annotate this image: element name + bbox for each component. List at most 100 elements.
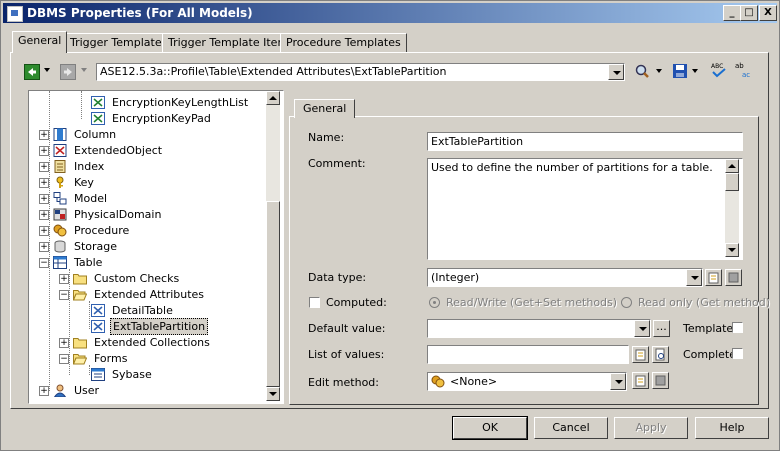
tree-item-label: Extended Attributes: [94, 288, 205, 301]
complete-label: Complete: [683, 348, 737, 361]
tree-expand-icon[interactable]: +: [39, 210, 49, 220]
scroll-down-icon[interactable]: [266, 387, 280, 401]
complete-checkbox[interactable]: [732, 348, 743, 359]
edit-method-label: Edit method:: [308, 376, 379, 389]
find-dropdown-icon[interactable]: [656, 69, 662, 73]
apply-button[interactable]: Apply: [614, 417, 688, 439]
scroll-thumb[interactable]: [266, 201, 280, 387]
tree-expand-icon[interactable]: +: [39, 386, 49, 396]
read-only-radio[interactable]: [621, 297, 632, 308]
default-value-label: Default value:: [308, 322, 386, 335]
tree-collapse-icon[interactable]: −: [39, 258, 49, 268]
tree-item-label: Extended Collections: [94, 336, 210, 349]
tree-item-label: ExtTablePartition: [110, 318, 209, 335]
save-icon[interactable]: [672, 63, 688, 79]
datatype-properties-icon[interactable]: [705, 269, 722, 286]
cancel-button[interactable]: Cancel: [534, 417, 608, 439]
tree-collapse-icon[interactable]: −: [59, 354, 69, 364]
tree-item-label: Table: [74, 256, 103, 269]
help-button[interactable]: Help: [695, 417, 769, 439]
name-input[interactable]: ExtTablePartition: [427, 132, 743, 151]
tree-item-label: User: [74, 384, 100, 397]
object-tree[interactable]: EncryptionKeyLengthList EncryptionKeyPad…: [28, 90, 284, 404]
procedure-icon: [431, 375, 445, 391]
index-icon: [53, 160, 67, 173]
list-of-values-label: List of values:: [308, 348, 385, 361]
replace-icon[interactable]: ab ac: [734, 61, 752, 79]
tree-expand-icon[interactable]: +: [39, 242, 49, 252]
default-value-combobox[interactable]: [427, 319, 651, 338]
extended-attribute-icon: [91, 304, 105, 317]
folder-icon: [73, 272, 87, 285]
find-icon[interactable]: [634, 63, 650, 79]
title-bar[interactable]: DBMS Properties (For All Models) _ □ X: [3, 3, 777, 23]
path-dropdown-button[interactable]: [608, 64, 624, 80]
svg-text:ABC: ABC: [711, 63, 723, 70]
edit-method-create-icon[interactable]: [652, 372, 669, 389]
tree-item-label: Forms: [94, 352, 128, 365]
save-dropdown-icon[interactable]: [692, 69, 698, 73]
tree-expand-icon[interactable]: +: [39, 146, 49, 156]
maximize-button[interactable]: □: [740, 5, 758, 21]
computed-checkbox[interactable]: [309, 297, 320, 308]
storage-icon: [53, 240, 67, 253]
tree-line: [69, 269, 70, 375]
forward-arrow-icon[interactable]: [60, 64, 76, 80]
physical-domain-icon: [53, 208, 67, 221]
comment-scrollbar[interactable]: [725, 159, 739, 257]
tab-procedure-templates[interactable]: Procedure Templates: [280, 33, 407, 52]
tree-expand-icon[interactable]: +: [39, 226, 49, 236]
folder-open-icon: [72, 288, 88, 301]
path-combobox[interactable]: ASE12.5.3a::Profile\Table\Extended Attri…: [96, 63, 625, 81]
datatype-value: (Integer): [431, 271, 480, 284]
tab-trigger-templates[interactable]: Trigger Templates: [64, 33, 174, 52]
default-value-dropdown-button[interactable]: [634, 320, 650, 337]
ok-button[interactable]: OK: [452, 416, 528, 440]
template-checkbox[interactable]: [732, 322, 743, 333]
list-search-icon[interactable]: [652, 346, 669, 363]
close-button[interactable]: X: [759, 5, 777, 21]
tree-expand-icon[interactable]: +: [39, 162, 49, 172]
tree-item-label: EncryptionKeyPad: [112, 112, 211, 125]
ellipsis-button[interactable]: ...: [653, 320, 670, 337]
datatype-combobox[interactable]: (Integer): [427, 268, 703, 287]
template-label: Template: [683, 322, 734, 335]
path-value: ASE12.5.3a::Profile\Table\Extended Attri…: [100, 65, 447, 78]
read-only-label: Read only (Get method): [638, 296, 771, 309]
user-icon: [53, 384, 67, 398]
window-title: DBMS Properties (For All Models): [27, 6, 253, 20]
tree-item-label: EncryptionKeyLengthList: [112, 96, 249, 109]
edit-method-dropdown-button[interactable]: [610, 373, 626, 390]
scroll-up-icon[interactable]: [266, 91, 280, 105]
datatype-create-icon[interactable]: [725, 269, 742, 286]
scroll-up-icon[interactable]: [725, 159, 739, 173]
scroll-down-icon[interactable]: [725, 243, 739, 257]
tree-expand-icon[interactable]: +: [59, 338, 69, 348]
tree-expand-icon[interactable]: +: [39, 178, 49, 188]
tree-expand-icon[interactable]: +: [39, 194, 49, 204]
edit-method-combobox[interactable]: <None>: [427, 372, 627, 391]
tree-item-label: Model: [74, 192, 108, 205]
tree-line: [81, 91, 82, 119]
comment-textarea[interactable]: Used to define the number of partitions …: [427, 158, 743, 260]
tree-collapse-icon[interactable]: −: [59, 290, 69, 300]
tab-general[interactable]: General: [12, 31, 68, 53]
tree-item-label: Sybase: [112, 368, 152, 381]
minimize-button[interactable]: _: [723, 5, 741, 21]
datatype-dropdown-button[interactable]: [686, 269, 702, 286]
back-dropdown-icon[interactable]: [44, 68, 50, 72]
table-icon: [53, 256, 67, 269]
tree-expand-icon[interactable]: +: [39, 130, 49, 140]
list-properties-icon[interactable]: [632, 346, 649, 363]
scroll-thumb[interactable]: [725, 173, 739, 191]
forward-dropdown-icon[interactable]: [81, 68, 87, 72]
procedure-icon: [53, 224, 67, 237]
spell-check-icon[interactable]: ABC: [710, 61, 728, 79]
back-arrow-icon[interactable]: [24, 64, 40, 80]
tree-expand-icon[interactable]: +: [59, 274, 69, 284]
edit-method-properties-icon[interactable]: [632, 372, 649, 389]
tree-scrollbar[interactable]: [266, 91, 280, 401]
read-write-radio[interactable]: [429, 297, 440, 308]
list-of-values-input[interactable]: [427, 345, 629, 364]
tab-general-properties[interactable]: General: [294, 99, 356, 118]
